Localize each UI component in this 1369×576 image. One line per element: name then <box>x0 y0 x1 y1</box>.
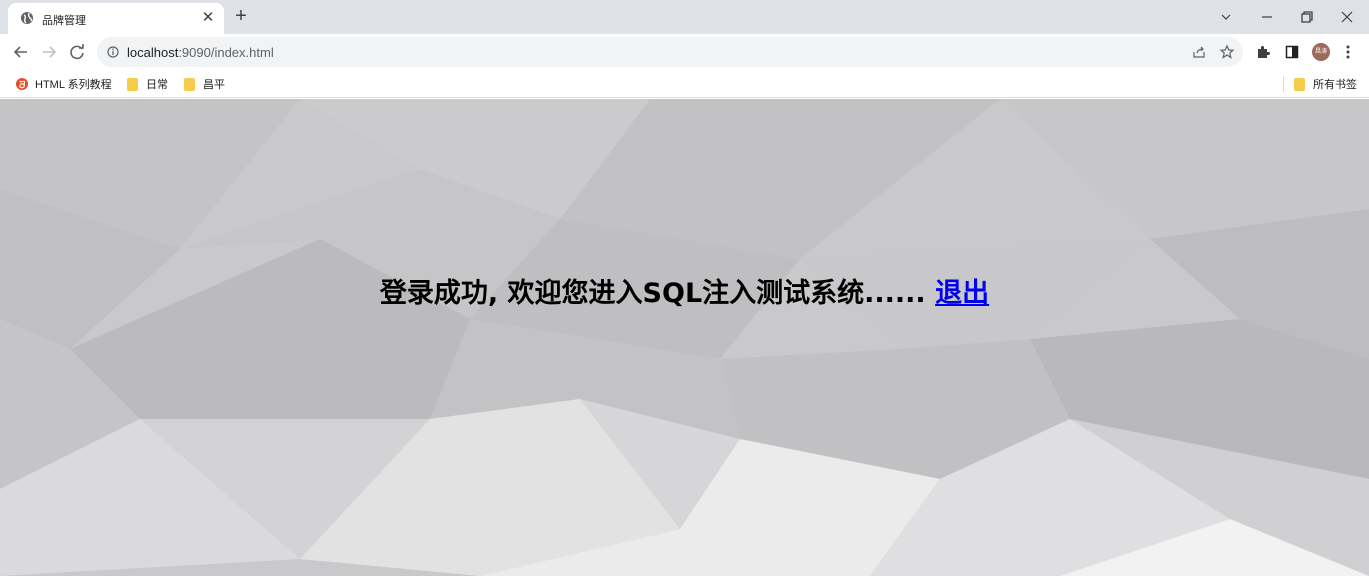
polygon-background <box>0 99 1369 576</box>
restore-icon[interactable] <box>1296 6 1318 28</box>
html5-icon <box>16 78 28 90</box>
folder-icon <box>184 77 195 91</box>
side-panel-icon[interactable] <box>1284 44 1300 60</box>
welcome-text: 登录成功, 欢迎您进入SQL注入测试系统...... <box>379 278 926 309</box>
bookmarks-bar: HTML 系列教程 日常 昌平 所有书签 <box>0 70 1369 98</box>
close-window-icon[interactable] <box>1336 6 1358 28</box>
bookmark-folder-changping[interactable]: 昌平 <box>184 76 225 92</box>
url-host: localhost <box>127 45 179 60</box>
bookmark-label: HTML 系列教程 <box>35 79 112 91</box>
reload-icon[interactable] <box>66 41 88 63</box>
all-bookmarks-label: 所有书签 <box>1313 79 1357 91</box>
page-content: 登录成功, 欢迎您进入SQL注入测试系统...... 退出 <box>0 99 1369 576</box>
url-text[interactable]: localhost:9090/index.html <box>127 45 274 60</box>
site-info-icon[interactable] <box>107 46 119 58</box>
all-bookmarks-button[interactable]: 所有书签 <box>1294 76 1357 92</box>
tab-title: 品牌管理 <box>42 15 86 27</box>
new-tab-button[interactable]: + <box>231 6 251 26</box>
back-arrow-icon[interactable] <box>10 41 32 63</box>
bookmark-star-icon[interactable] <box>1219 44 1235 60</box>
bookmark-label: 昌平 <box>203 79 225 91</box>
folder-icon <box>127 77 138 91</box>
folder-icon <box>1294 77 1305 91</box>
bookmark-html-tutorial[interactable]: HTML 系列教程 <box>15 76 112 92</box>
forward-arrow-icon[interactable] <box>38 41 60 63</box>
more-options-icon[interactable] <box>1342 42 1354 62</box>
tab-brand-management[interactable]: 品牌管理 ✕ <box>8 3 224 34</box>
url-path: :9090/index.html <box>178 45 274 60</box>
login-success-message: 登录成功, 欢迎您进入SQL注入测试系统...... 退出 <box>0 271 1369 310</box>
profile-avatar[interactable]: 昌涛 <box>1312 43 1330 61</box>
browser-toolbar: localhost:9090/index.html 昌涛 <box>0 34 1369 70</box>
bookmark-folder-daily[interactable]: 日常 <box>127 76 168 92</box>
tab-close-icon[interactable]: ✕ <box>200 10 216 26</box>
globe-icon <box>21 12 33 24</box>
minimize-icon[interactable] <box>1256 6 1278 28</box>
tab-strip: 品牌管理 ✕ + <box>0 0 1369 34</box>
bookmarks-divider <box>1283 76 1284 92</box>
tab-search-chevron-icon[interactable] <box>1215 6 1237 28</box>
logout-link[interactable]: 退出 <box>935 278 989 309</box>
bookmark-label: 日常 <box>146 79 168 91</box>
extensions-puzzle-icon[interactable] <box>1255 44 1271 60</box>
address-bar[interactable]: localhost:9090/index.html <box>97 37 1243 67</box>
share-icon[interactable] <box>1191 44 1207 60</box>
